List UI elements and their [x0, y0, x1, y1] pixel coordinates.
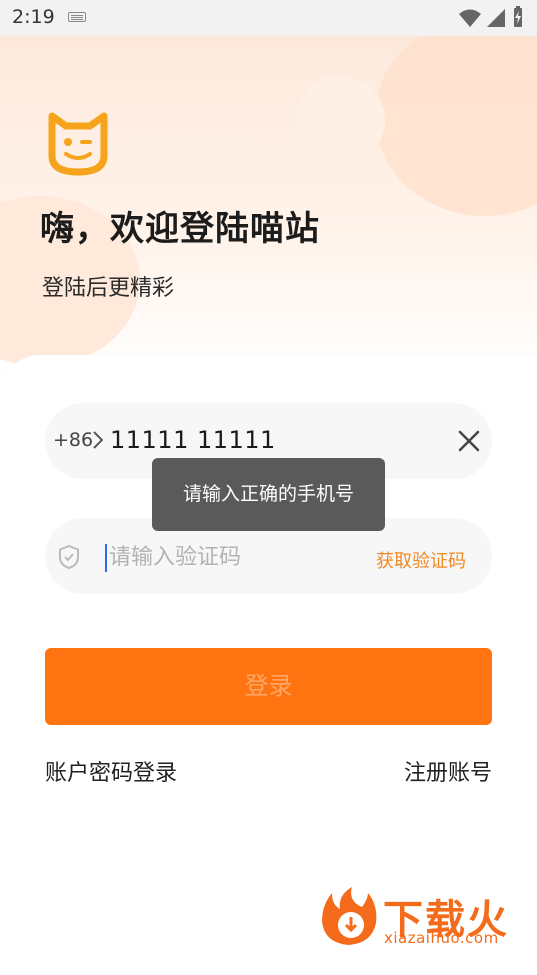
login-button[interactable]: 登录 — [45, 648, 492, 725]
page-title: 嗨，欢迎登陆喵站 — [40, 209, 320, 249]
decor-circle — [295, 76, 385, 166]
get-code-button[interactable]: 获取验证码 — [376, 547, 466, 573]
signal-icon — [487, 9, 505, 27]
register-link[interactable]: 注册账号 — [404, 755, 492, 787]
status-bar: 2:19 — [0, 0, 537, 36]
watermark-url: xiazaihuo.com — [384, 929, 499, 947]
chevron-right-icon[interactable] — [93, 431, 103, 449]
country-code[interactable]: +86 — [53, 429, 93, 451]
password-login-link[interactable]: 账户密码登录 — [45, 755, 177, 787]
keyboard-icon — [68, 12, 86, 22]
flame-logo-icon — [322, 887, 377, 945]
status-time: 2:19 — [12, 6, 55, 28]
cat-logo-icon — [48, 112, 108, 176]
code-input[interactable] — [107, 540, 361, 574]
decor-circle — [375, 36, 537, 216]
toast-message: 请输入正确的手机号 — [152, 458, 385, 531]
page-subtitle: 登陆后更精彩 — [42, 276, 175, 301]
phone-input[interactable]: 11111 11111 — [110, 426, 276, 454]
battery-charging-icon — [514, 6, 522, 27]
shield-icon — [59, 544, 79, 570]
wifi-icon — [459, 9, 481, 27]
clear-icon[interactable] — [457, 429, 481, 453]
